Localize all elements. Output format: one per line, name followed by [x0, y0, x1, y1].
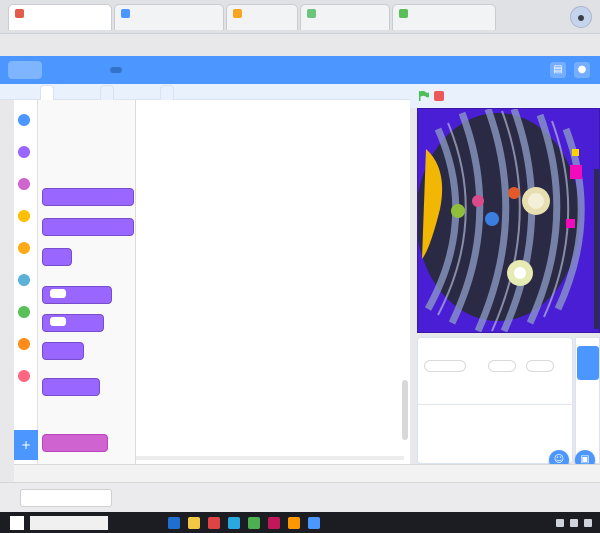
system-tray [556, 518, 592, 527]
tab-favicon-icon [121, 9, 130, 18]
taskbar-apps [168, 516, 320, 529]
menu-settings[interactable] [50, 67, 62, 73]
taskbar-app-icon[interactable] [308, 516, 320, 529]
palette-block[interactable] [42, 314, 104, 332]
taskbar-app-icon[interactable] [168, 516, 180, 529]
backdrop-thumbnail[interactable] [577, 346, 599, 380]
category-motion-icon[interactable] [18, 114, 30, 126]
tab-favicon-icon [307, 9, 316, 18]
volume-icon[interactable] [570, 518, 578, 527]
menu-file[interactable] [70, 67, 82, 73]
palette-block[interactable] [42, 248, 72, 266]
category-operators-icon[interactable] [18, 306, 30, 318]
palette-block[interactable] [42, 188, 134, 206]
stage-canvas[interactable] [417, 108, 600, 333]
palette-block[interactable] [42, 434, 108, 452]
palette-block[interactable] [42, 286, 112, 304]
taskbar-app-icon[interactable] [268, 516, 280, 529]
browser-tab-strip [0, 0, 600, 34]
menu-tutorials[interactable] [110, 67, 122, 73]
os-taskbar [0, 512, 600, 533]
browser-tab[interactable] [8, 4, 112, 30]
block-category-column [14, 100, 38, 464]
backpack[interactable] [14, 464, 600, 482]
browser-tab[interactable] [300, 4, 390, 30]
profile-avatar-icon[interactable] [570, 6, 592, 28]
taskbar-app-icon[interactable] [288, 516, 300, 529]
stage-target-pane[interactable] [575, 337, 600, 464]
account-icon[interactable]: ● [574, 62, 590, 78]
scratch-menubar: ▤ ● [0, 56, 600, 84]
download-bar [0, 482, 600, 512]
clock-icon[interactable] [584, 518, 592, 527]
menubar-right: ▤ ● [550, 62, 590, 78]
tab-favicon-icon [399, 9, 408, 18]
taskbar-app-icon[interactable] [188, 516, 200, 529]
menu-edit[interactable] [90, 67, 102, 73]
scratch-logo[interactable] [8, 61, 42, 79]
block-palette [38, 100, 136, 464]
category-events-icon[interactable] [18, 210, 30, 222]
start-icon[interactable] [10, 515, 24, 530]
category-control-icon[interactable] [18, 242, 30, 254]
palette-block[interactable] [42, 342, 84, 360]
category-variables-icon[interactable] [18, 338, 30, 350]
browser-tab[interactable] [114, 4, 224, 30]
taskbar-app-icon[interactable] [248, 516, 260, 529]
pane-divider [418, 404, 572, 405]
block-dropdown[interactable] [50, 317, 66, 326]
category-my-blocks-icon[interactable] [18, 370, 30, 382]
taskbar-app-icon[interactable] [208, 516, 220, 529]
palette-block[interactable] [42, 218, 134, 236]
vertical-scrollbar[interactable] [402, 380, 408, 440]
browser-tab[interactable] [226, 4, 298, 30]
palette-block[interactable] [42, 378, 100, 396]
stop-icon[interactable] [434, 91, 444, 101]
stage-artwork [418, 109, 599, 332]
x-field[interactable] [488, 360, 516, 372]
category-looks-icon[interactable] [18, 146, 30, 158]
tab-favicon-icon [233, 9, 242, 18]
stage-header [410, 84, 600, 108]
taskbar-app-icon[interactable] [228, 516, 240, 529]
network-icon[interactable] [556, 518, 564, 527]
category-sound-icon[interactable] [18, 178, 30, 190]
browser-tab[interactable] [392, 4, 496, 30]
sprite-info-pane [417, 337, 573, 464]
folder-icon[interactable]: ▤ [550, 62, 566, 78]
tab-favicon-icon [15, 9, 24, 18]
tab-sounds[interactable] [160, 85, 174, 100]
horizontal-scrollbar[interactable] [136, 456, 404, 460]
block-dropdown[interactable] [50, 289, 66, 298]
y-field[interactable] [526, 360, 554, 372]
tab-costumes[interactable] [100, 85, 114, 100]
green-flag-icon[interactable] [418, 90, 430, 102]
download-item[interactable] [20, 489, 112, 507]
code-workspace[interactable] [136, 100, 410, 464]
taskbar-search-input[interactable] [30, 515, 108, 530]
tab-code[interactable] [40, 85, 54, 100]
sprite-name-field[interactable] [424, 360, 466, 372]
category-sensing-icon[interactable] [18, 274, 30, 286]
add-extension-button[interactable]: + [14, 430, 38, 460]
